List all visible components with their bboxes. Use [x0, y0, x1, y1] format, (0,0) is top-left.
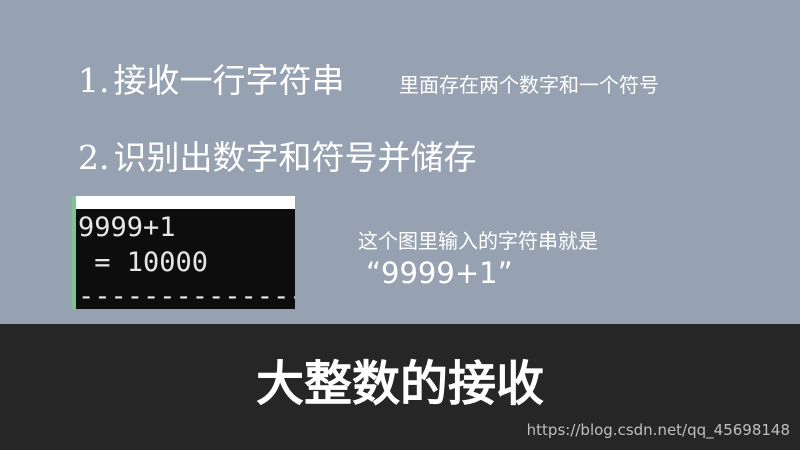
- watermark-text: https://blog.csdn.net/qq_45698148: [526, 421, 790, 439]
- caption-example: “9999+1”: [366, 256, 513, 290]
- footer-bar: 大整数的接收 https://blog.csdn.net/qq_45698148: [0, 324, 800, 450]
- point-two: 2. 识别出数字和符号并储存: [78, 141, 477, 174]
- console-result-line: = 10000: [78, 247, 209, 278]
- point-one-number: 1.: [78, 61, 110, 100]
- console-screenshot: 9999+1 = 10000 -----------------: [72, 196, 295, 309]
- console-top-strip: [76, 196, 295, 209]
- point-one: 1. 接收一行字符串: [78, 64, 345, 97]
- slide-content: 1. 接收一行字符串 里面存在两个数字和一个符号 2. 识别出数字和符号并储存 99…: [0, 0, 800, 324]
- caption-text: 这个图里输入的字符串就是: [358, 229, 598, 253]
- console-input-line: 9999+1: [78, 212, 176, 243]
- point-one-text: 接收一行字符串: [113, 61, 345, 100]
- point-two-text: 识别出数字和符号并储存: [113, 138, 477, 177]
- point-one-note: 里面存在两个数字和一个符号: [399, 73, 659, 97]
- console-divider-line: -----------------: [78, 281, 295, 309]
- footer-title: 大整数的接收: [255, 356, 544, 412]
- point-two-number: 2.: [78, 138, 110, 177]
